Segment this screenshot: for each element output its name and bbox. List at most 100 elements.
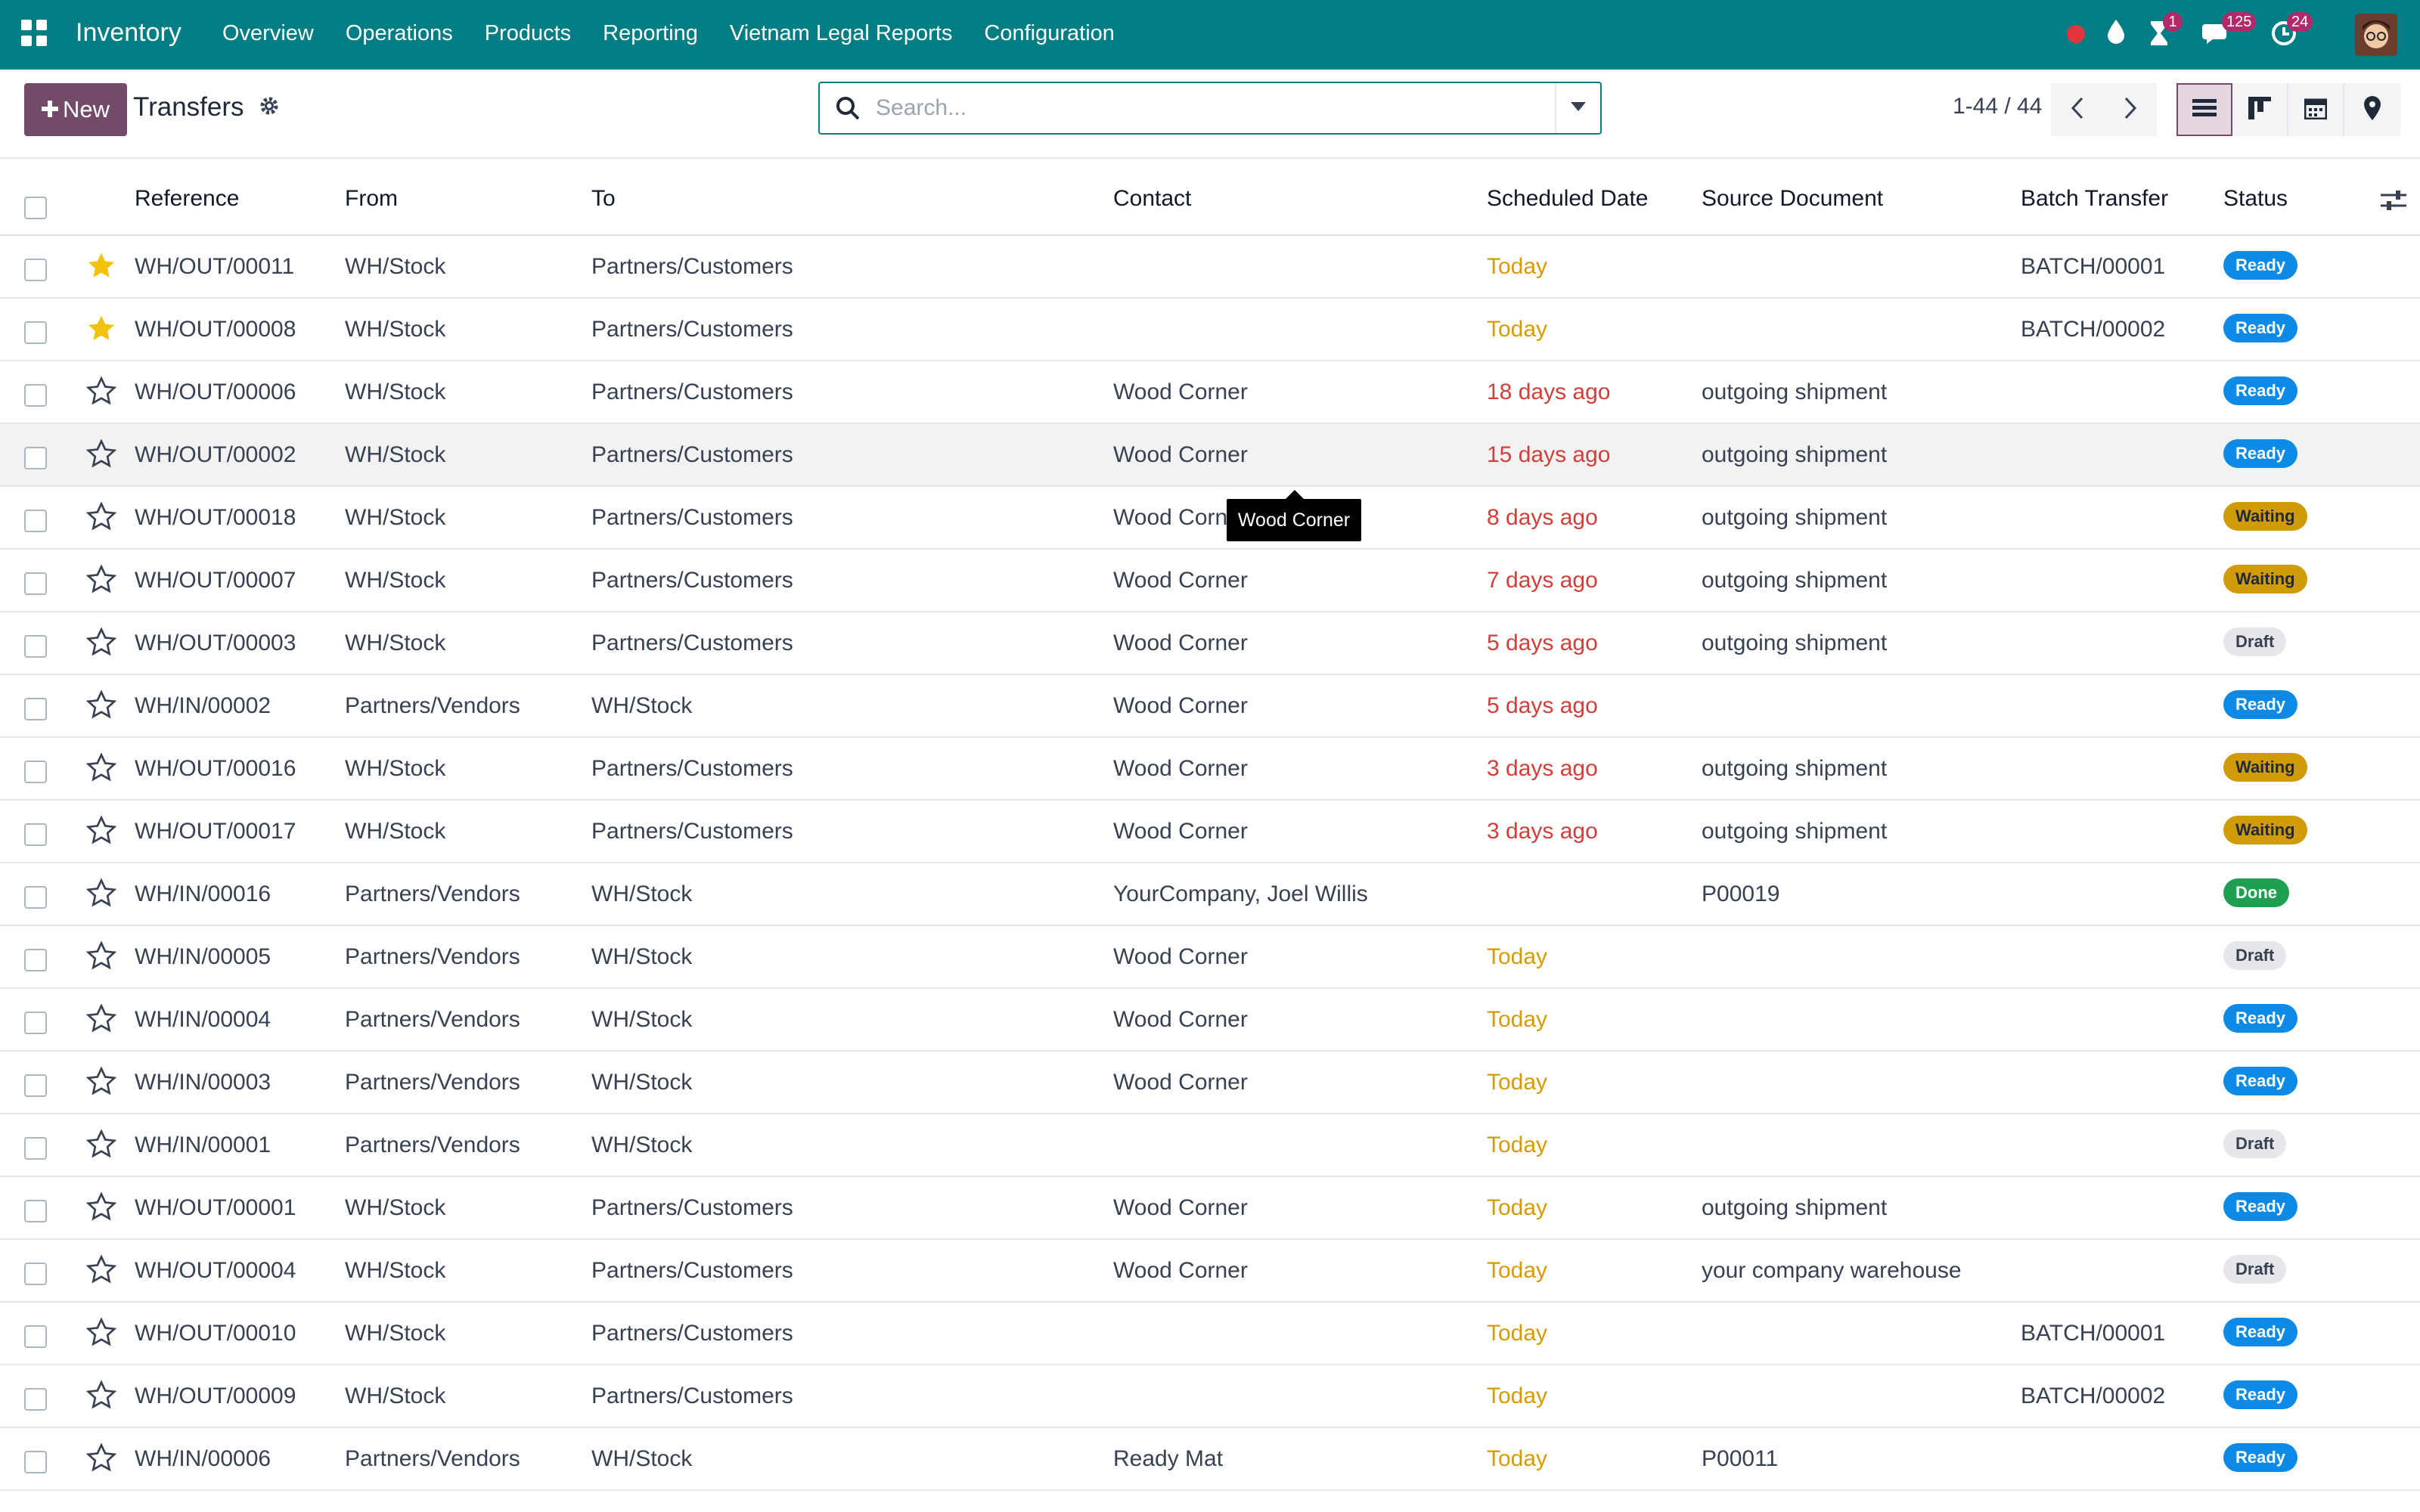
table-row[interactable]: WH/OUT/00009 WH/Stock Partners/Customers To… [0,1365,2420,1428]
star-outline-icon[interactable] [85,376,117,411]
menu-item-vietnam-legal-reports[interactable]: Vietnam Legal Reports [730,21,952,46]
star-filled-icon[interactable] [86,314,116,348]
status-badge: Waiting [2223,816,2307,844]
menu-item-products[interactable]: Products [485,21,571,46]
table-row[interactable]: WH/OUT/00007 WH/Stock Partners/Customers Wo… [0,550,2420,612]
star-outline-icon[interactable] [85,1129,117,1163]
row-checkbox[interactable] [24,510,47,532]
column-header-from[interactable]: From [345,186,398,212]
menu-item-configuration[interactable]: Configuration [984,21,1115,46]
activity-hourglass-icon[interactable]: 1 [2148,12,2183,51]
column-header-batch-transfer[interactable]: Batch Transfer [2021,186,2168,212]
star-outline-icon[interactable] [85,564,117,599]
star-outline-icon[interactable] [85,1317,117,1352]
apps-menu-icon[interactable] [21,20,48,47]
cell-from: WH/Stock [345,317,446,342]
row-checkbox[interactable] [24,1012,47,1034]
row-checkbox[interactable] [24,635,47,658]
row-checkbox[interactable] [24,572,47,595]
star-outline-icon[interactable] [85,438,117,473]
table-row[interactable]: WH/IN/00016 Partners/Vendors WH/Stock YourC… [0,863,2420,926]
water-drop-icon[interactable] [2105,18,2127,49]
new-button[interactable]: New [24,83,127,136]
table-row[interactable]: WH/OUT/00008 WH/Stock Partners/Customers To… [0,299,2420,361]
row-checkbox[interactable] [24,698,47,720]
column-header-contact[interactable]: Contact [1113,186,1191,212]
star-outline-icon[interactable] [85,815,117,850]
table-row[interactable]: WH/OUT/00018 WH/Stock Partners/Customers Wo… [0,487,2420,550]
user-avatar[interactable] [2355,14,2397,56]
row-checkbox[interactable] [24,823,47,846]
list-view-button[interactable] [2176,83,2232,136]
table-row[interactable]: WH/OUT/00017 WH/Stock Partners/Customers Wo… [0,801,2420,863]
row-checkbox[interactable] [24,259,47,281]
row-checkbox[interactable] [24,321,47,344]
column-header-to[interactable]: To [591,186,616,212]
column-header-scheduled-date[interactable]: Scheduled Date [1487,186,1649,212]
row-checkbox[interactable] [24,1388,47,1411]
star-outline-icon[interactable] [85,940,117,975]
table-row[interactable]: WH/OUT/00002 WH/Stock Partners/Customers Wo… [0,424,2420,487]
table-row[interactable]: WH/IN/00001 Partners/Vendors WH/Stock Today… [0,1114,2420,1177]
row-checkbox[interactable] [24,1074,47,1097]
star-outline-icon[interactable] [85,627,117,662]
search-options-toggle[interactable] [1555,83,1600,133]
star-outline-icon[interactable] [85,1003,117,1038]
star-outline-icon[interactable] [85,1066,117,1101]
table-row[interactable]: WH/IN/00003 Partners/Vendors WH/Stock Wood … [0,1052,2420,1114]
column-header-reference[interactable]: Reference [135,186,239,212]
optional-columns-icon[interactable] [2381,189,2406,215]
kanban-icon [2248,96,2271,123]
menu-item-overview[interactable]: Overview [222,21,314,46]
star-outline-icon[interactable] [85,752,117,787]
star-outline-icon[interactable] [85,1442,117,1477]
table-row[interactable]: WH/IN/00004 Partners/Vendors WH/Stock Wood … [0,989,2420,1052]
row-checkbox[interactable] [24,886,47,909]
table-row[interactable]: WH/OUT/00006 WH/Stock Partners/Customers Wo… [0,361,2420,424]
table-row[interactable]: WH/IN/00002 Partners/Vendors WH/Stock Wood … [0,675,2420,738]
row-checkbox[interactable] [24,447,47,469]
cell-contact: Wood Corner [1113,568,1248,593]
table-row[interactable]: WH/OUT/00011 WH/Stock Partners/Customers To… [0,236,2420,299]
gear-icon[interactable] [259,95,280,122]
table-row[interactable]: WH/OUT/00003 WH/Stock Partners/Customers Wo… [0,612,2420,675]
select-all-checkbox[interactable] [24,197,47,219]
app-title[interactable]: Inventory [76,18,182,48]
star-outline-icon[interactable] [85,1191,117,1226]
star-outline-icon[interactable] [85,1254,117,1289]
table-row[interactable]: WH/OUT/00001 WH/Stock Partners/Customers Wo… [0,1177,2420,1240]
star-outline-icon[interactable] [85,501,117,536]
column-header-status[interactable]: Status [2223,186,2288,212]
map-view-button[interactable] [2344,83,2400,136]
kanban-view-button[interactable] [2232,83,2288,136]
pager-value[interactable]: 1-44 / 44 [1953,94,2042,119]
row-checkbox[interactable] [24,384,47,407]
star-outline-icon[interactable] [85,689,117,724]
star-outline-icon[interactable] [85,1380,117,1414]
pager-previous-button[interactable] [2051,83,2104,136]
menu-item-operations[interactable]: Operations [346,21,453,46]
breadcrumb: Transfers [133,92,244,122]
table-row[interactable]: WH/OUT/00016 WH/Stock Partners/Customers Wo… [0,738,2420,801]
pager-next-button[interactable] [2104,83,2157,136]
updates-clock-icon[interactable]: 24 [2270,12,2313,51]
calendar-view-button[interactable] [2288,83,2344,136]
table-row[interactable]: WH/IN/00006 Partners/Vendors WH/Stock Ready… [0,1428,2420,1491]
row-checkbox[interactable] [24,761,47,783]
row-checkbox[interactable] [24,1263,47,1285]
star-outline-icon[interactable] [85,878,117,912]
search-input[interactable] [876,91,1526,125]
column-header-source-document[interactable]: Source Document [1702,186,1883,212]
row-checkbox[interactable] [24,1325,47,1348]
recording-dot-icon[interactable] [2066,24,2086,48]
menu-item-reporting[interactable]: Reporting [603,21,698,46]
row-checkbox[interactable] [24,1200,47,1222]
row-checkbox[interactable] [24,949,47,971]
messages-icon[interactable]: 125 [2202,12,2257,51]
table-row[interactable]: WH/OUT/00004 WH/Stock Partners/Customers Wo… [0,1240,2420,1303]
table-row[interactable]: WH/IN/00005 Partners/Vendors WH/Stock Wood … [0,926,2420,989]
row-checkbox[interactable] [24,1451,47,1473]
row-checkbox[interactable] [24,1137,47,1160]
star-filled-icon[interactable] [86,251,116,285]
table-row[interactable]: WH/OUT/00010 WH/Stock Partners/Customers To… [0,1303,2420,1365]
